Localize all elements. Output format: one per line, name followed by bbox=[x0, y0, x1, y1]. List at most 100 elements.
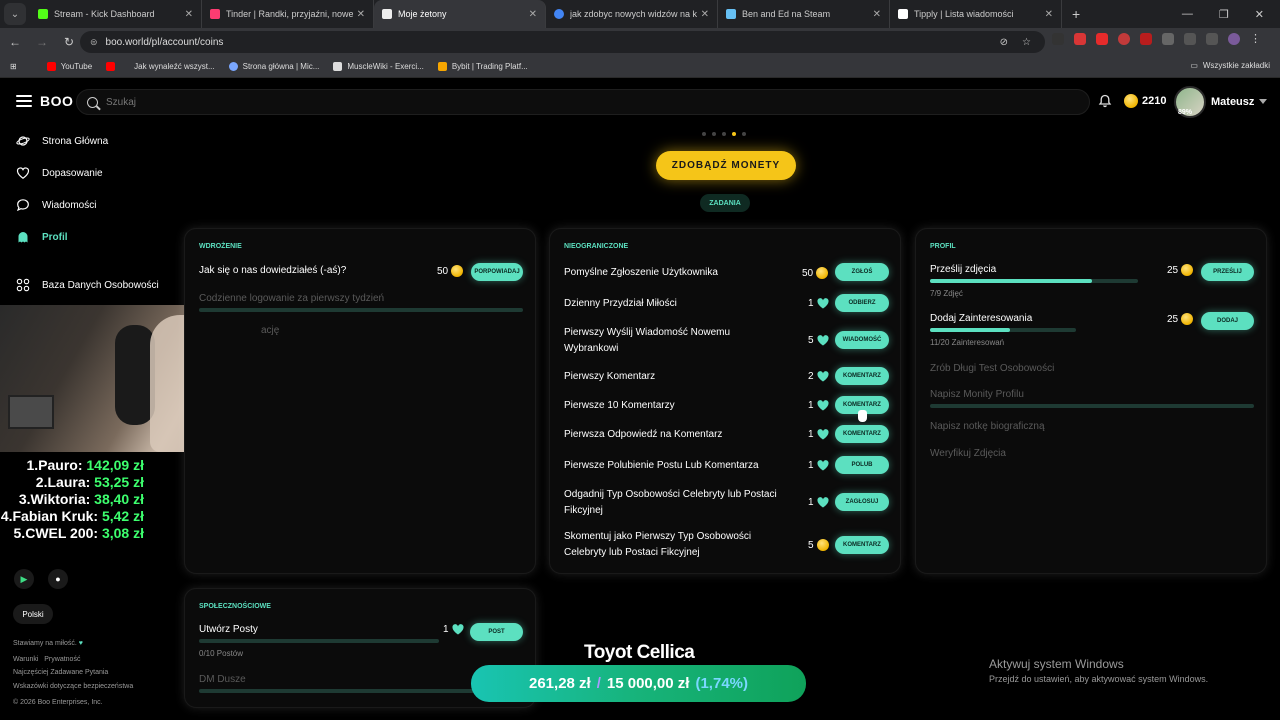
eye-off-icon[interactable]: ⊘ bbox=[1000, 37, 1008, 48]
coin-icon bbox=[816, 267, 829, 279]
close-window-icon[interactable]: ✕ bbox=[1255, 8, 1264, 21]
tab-tipply[interactable]: Tipply | Lista wiadomości ✕ bbox=[890, 0, 1062, 28]
comment-button[interactable]: KOMENTARZ bbox=[835, 425, 889, 443]
minimize-icon[interactable]: — bbox=[1182, 8, 1193, 20]
message-button[interactable]: WIADOMOŚĆ bbox=[835, 331, 889, 349]
posts-count: 0/10 Postów bbox=[199, 649, 244, 658]
sidebar-item-messages[interactable]: Wiadomości bbox=[16, 198, 96, 212]
extension-icon[interactable] bbox=[1074, 32, 1086, 45]
task-reward: 1 bbox=[808, 400, 829, 411]
tab-google[interactable]: jak zdobyc nowych widzów na k ✕ bbox=[546, 0, 718, 28]
new-tab-button[interactable]: + bbox=[1072, 6, 1080, 22]
bookmark-jak-wynalezc[interactable]: Jak wynaleźć wszyst... bbox=[134, 62, 214, 71]
get-coins-button[interactable]: ZDOBĄDŹ MONETY bbox=[656, 151, 796, 180]
bookmark-youtube-2[interactable] bbox=[106, 62, 120, 71]
reload-icon[interactable]: ↻ bbox=[57, 35, 81, 49]
onboarding-card: WDROŻENIE Jak się o nas dowiedziałeś (-a… bbox=[184, 228, 536, 574]
heart-gem-icon bbox=[816, 298, 829, 309]
close-tab-icon[interactable]: ✕ bbox=[873, 9, 881, 20]
bell-icon[interactable] bbox=[1098, 94, 1112, 108]
task-label: Dzienny Przydział Miłości bbox=[564, 298, 677, 309]
back-arrow-icon[interactable]: ← bbox=[3, 35, 27, 49]
close-tab-icon[interactable]: ✕ bbox=[185, 9, 193, 20]
coin-balance[interactable]: 2210 bbox=[1124, 94, 1166, 108]
language-selector[interactable]: Polski bbox=[13, 604, 53, 624]
carousel-dots[interactable] bbox=[702, 132, 746, 136]
bybit-icon bbox=[437, 62, 447, 71]
boo-logo[interactable]: BOO bbox=[40, 93, 73, 109]
profile-icon bbox=[18, 232, 28, 243]
hamburger-menu-icon[interactable] bbox=[16, 95, 32, 107]
close-tab-icon[interactable]: ✕ bbox=[529, 9, 537, 20]
username[interactable]: Mateusz bbox=[1211, 96, 1254, 108]
menu-dots-icon[interactable]: ⋮ bbox=[1250, 32, 1261, 45]
extension-icon[interactable] bbox=[1052, 32, 1064, 45]
comment-button[interactable]: KOMENTARZ bbox=[835, 367, 889, 385]
search-bar[interactable] bbox=[76, 89, 1090, 115]
bookmark-star-icon[interactable]: ☆ bbox=[1022, 37, 1031, 48]
forward-arrow-icon[interactable]: → bbox=[30, 35, 54, 49]
tab-moje-zetony[interactable]: Moje żetony ✕ bbox=[374, 0, 546, 28]
claim-button[interactable]: ODBIERZ bbox=[835, 294, 889, 312]
tab-steam[interactable]: Ben and Ed na Steam ✕ bbox=[718, 0, 890, 28]
tab-kick[interactable]: Stream - Kick Dashboard ✕ bbox=[30, 0, 202, 28]
close-tab-icon[interactable]: ✕ bbox=[701, 9, 709, 20]
tab-tinder[interactable]: Tinder | Randki, przyjaźni, nowe ✕ bbox=[202, 0, 374, 28]
donation-goal-bar: 261,28 zł / 15 000,00 zł (1,74%) bbox=[471, 665, 806, 702]
close-tab-icon[interactable]: ✕ bbox=[357, 9, 365, 20]
extension-icon[interactable] bbox=[1118, 32, 1130, 45]
heart-gem-icon bbox=[451, 624, 464, 635]
terms-link[interactable]: Warunki bbox=[13, 656, 38, 663]
task-label: Skomentuj jako Pierwszy Typ Osobowości bbox=[564, 531, 752, 542]
answer-button[interactable]: PORPOWIADAJ bbox=[471, 263, 523, 281]
bookmark-microsoft[interactable]: Strona główna | Mic... bbox=[228, 62, 319, 71]
safety-link[interactable]: Wskazówki dotyczące bezpieczeństwa bbox=[13, 683, 133, 690]
sidebar-item-profile[interactable]: Profil bbox=[16, 230, 68, 244]
leaderboard-row: 1.Pauro: 142,09 zł bbox=[26, 457, 144, 473]
browser-tab-bar: ⌄ Stream - Kick Dashboard ✕ Tinder | Rand… bbox=[0, 0, 1280, 28]
heart-gem-icon bbox=[816, 429, 829, 440]
progress-fill bbox=[930, 328, 1011, 332]
close-tab-icon[interactable]: ✕ bbox=[1045, 9, 1053, 20]
search-input[interactable] bbox=[106, 96, 1006, 108]
bookmark-bybit[interactable]: Bybit | Trading Platf... bbox=[437, 62, 528, 71]
media-icon[interactable] bbox=[1184, 32, 1196, 45]
task-label-locked: ację bbox=[261, 325, 280, 336]
tab-search-button[interactable]: ⌄ bbox=[4, 3, 26, 25]
task-label: Prześlij zdjęcia bbox=[930, 264, 997, 275]
progress-fill bbox=[930, 279, 1093, 283]
google-play-icon[interactable]: ▶ bbox=[14, 569, 34, 589]
sidebar-icon[interactable] bbox=[1206, 32, 1218, 45]
sidebar-item-matching[interactable]: Dopasowanie bbox=[16, 166, 103, 180]
progress-bar bbox=[930, 404, 1254, 408]
post-button[interactable]: POST bbox=[470, 623, 523, 641]
puzzle-icon[interactable] bbox=[1162, 32, 1174, 45]
tasks-chip[interactable]: ZADANIA bbox=[700, 194, 750, 212]
bookmark-musclewiki[interactable]: MuscleWiki - Exerci... bbox=[333, 62, 424, 71]
vote-button[interactable]: ZAGŁOSUJ bbox=[835, 493, 889, 511]
upload-button[interactable]: PRZEŚLIJ bbox=[1201, 263, 1254, 281]
bookmark-youtube[interactable]: YouTube bbox=[46, 62, 92, 71]
url-bar[interactable]: ⊜ boo.world/pl/account/coins ⊘ ☆ bbox=[80, 31, 1045, 53]
comment-button[interactable]: KOMENTARZ bbox=[835, 536, 889, 554]
restore-icon[interactable]: ❐ bbox=[1219, 8, 1229, 21]
faq-link[interactable]: Najczęściej Zadawane Pytania bbox=[13, 669, 108, 676]
site-info-icon[interactable]: ⊜ bbox=[90, 37, 98, 48]
like-button[interactable]: POLUB bbox=[835, 456, 889, 474]
add-button[interactable]: DODAJ bbox=[1201, 312, 1254, 330]
sidebar-item-home[interactable]: Strona Główna bbox=[16, 134, 108, 148]
all-bookmarks[interactable]: ▭ Wszystkie zakładki bbox=[1190, 61, 1270, 70]
heart-gem-icon bbox=[816, 460, 829, 471]
extension-icon[interactable] bbox=[1140, 32, 1152, 45]
sidebar-item-personality-db[interactable]: Baza Danych Osobowości bbox=[16, 278, 159, 292]
profile-icon[interactable] bbox=[1228, 32, 1240, 45]
privacy-link[interactable]: Prywatność bbox=[44, 656, 80, 663]
musclewiki-icon bbox=[333, 62, 343, 71]
apps-grid-icon[interactable]: ⊞ bbox=[10, 62, 17, 71]
chevron-down-icon[interactable] bbox=[1259, 99, 1267, 104]
report-button[interactable]: ZGŁOŚ bbox=[835, 263, 889, 281]
apple-icon[interactable]: ● bbox=[48, 569, 68, 589]
extension-icon[interactable] bbox=[1096, 32, 1108, 45]
extensions-area: ⋮ bbox=[1052, 32, 1261, 45]
windows-activation-title: Aktywuj system Windows bbox=[989, 657, 1124, 671]
